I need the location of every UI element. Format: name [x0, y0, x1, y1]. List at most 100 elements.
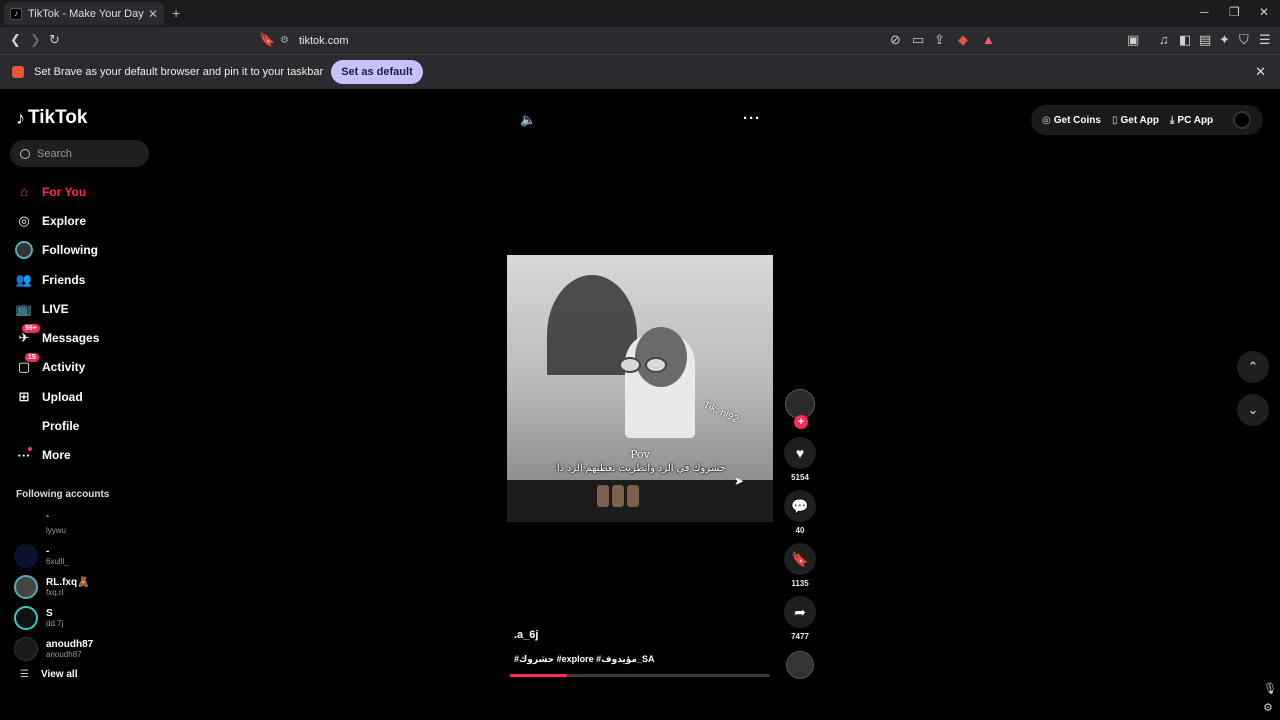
activity-icon: ▢: [17, 359, 31, 375]
following-account[interactable]: -6xulll_: [14, 540, 154, 571]
nav-label: Activity: [42, 360, 86, 375]
video-more-options-icon[interactable]: ···: [743, 110, 761, 127]
close-window-icon[interactable]: ✕: [1259, 5, 1269, 19]
video-caption-line2: حشروك في الرد وانظريت تعطيهم الرد ذا:: [554, 463, 726, 474]
following-account[interactable]: Sdd.7j: [14, 602, 154, 633]
brave-rewards-icon[interactable]: ▲: [982, 32, 995, 47]
account-avatar: [14, 605, 38, 630]
account-avatar: [14, 574, 38, 599]
nav-label: Following: [42, 243, 98, 258]
video-description[interactable]: #حشروك #explore #مؤيدوف_SA: [514, 654, 655, 665]
bookmark-icon[interactable]: 🔖: [259, 32, 275, 48]
set-as-default-button[interactable]: Set as default: [331, 60, 423, 84]
chevron-up-icon: ⌃: [1247, 359, 1259, 374]
microphone-icon[interactable]: 🎙: [1263, 682, 1277, 695]
browser-titlebar: ♪ TikTok - Make Your Day ✕ + ─ ❐ ✕: [0, 0, 1280, 27]
tab-close-icon[interactable]: ✕: [148, 7, 158, 21]
nav-item-more[interactable]: ··· More: [14, 441, 154, 470]
browser-tab[interactable]: ♪ TikTok - Make Your Day ✕: [4, 2, 164, 25]
nav-item-activity[interactable]: ▢ 15 Activity: [14, 352, 154, 382]
home-icon: ⌂: [20, 184, 28, 200]
activity-badge: 15: [25, 352, 39, 362]
maximize-icon[interactable]: ❐: [1229, 5, 1240, 19]
tiktok-logo[interactable]: ♪ TikTok: [16, 107, 87, 129]
follow-plus-icon[interactable]: +: [794, 415, 808, 429]
leo-ai-icon[interactable]: ✦: [1219, 32, 1230, 48]
profile-avatar[interactable]: [1233, 111, 1251, 129]
search-input[interactable]: Search: [10, 140, 149, 167]
nav-item-friends[interactable]: 👥 Friends: [14, 265, 154, 294]
following-accounts-list: ` lyywu -6xulll_ RL.fxq🧸 fxq.rl Sdd.7j ano…: [14, 509, 154, 664]
get-app-label: Get App: [1120, 114, 1159, 126]
forward-icon[interactable]: ❯: [30, 32, 41, 48]
nav-item-profile[interactable]: Profile: [14, 411, 154, 440]
video-caption-line1: Pov: [630, 448, 650, 461]
menu-icon[interactable]: ☰: [1259, 32, 1271, 48]
nav-item-upload[interactable]: ⊞ Upload: [14, 382, 154, 411]
previous-video-button[interactable]: ⌃: [1237, 351, 1269, 383]
following-account[interactable]: RL.fxq🧸 fxq.rl: [14, 571, 154, 602]
media-icon[interactable]: ♫: [1159, 32, 1169, 47]
tiktok-favicon-icon: ♪: [10, 7, 22, 20]
live-tv-icon: 📺: [15, 300, 33, 316]
nav-item-messages[interactable]: ✈ 99+ Messages: [14, 323, 154, 352]
settings-icon[interactable]: ⚙: [1263, 701, 1273, 714]
phone-icon: ▯: [1111, 114, 1118, 126]
site-info-icon[interactable]: ⚙: [280, 35, 289, 46]
account-handle: lyywu: [46, 525, 67, 535]
nav-label: Profile: [42, 419, 80, 434]
list-icon: ☰: [20, 669, 29, 680]
nav-item-for-you[interactable]: ⌂ For You: [14, 177, 154, 206]
nav-item-following[interactable]: Following: [14, 236, 154, 265]
cast-icon[interactable]: ▭: [912, 32, 924, 48]
video-progress-bar[interactable]: [510, 674, 770, 677]
next-video-button[interactable]: ⌄: [1237, 394, 1269, 426]
like-action[interactable]: ♥ 5154: [784, 437, 816, 482]
sidebar-toggle-icon[interactable]: ▣: [1127, 32, 1139, 48]
brave-shields-icon[interactable]: ◆: [958, 32, 968, 48]
logo-text: TikTok: [28, 107, 88, 128]
vpn-icon[interactable]: ⛉: [1239, 32, 1249, 48]
following-account[interactable]: ` lyywu: [14, 509, 154, 540]
share-count: 7477: [791, 632, 809, 641]
wallet-icon[interactable]: ▤: [1199, 32, 1211, 48]
no-cast-icon[interactable]: ⊘: [890, 32, 901, 48]
music-disc-icon[interactable]: [786, 651, 814, 679]
share-arrow-icon[interactable]: ➦: [784, 596, 816, 628]
account-handle: fxq.rl: [46, 587, 64, 597]
more-notification-dot: [28, 446, 32, 451]
new-tab-icon[interactable]: +: [172, 5, 180, 21]
nav-item-explore[interactable]: ◎ Explore: [14, 206, 154, 235]
volume-icon[interactable]: 🔈: [520, 112, 536, 128]
minimize-icon[interactable]: ─: [1200, 5, 1209, 19]
infobar-message: Set Brave as your default browser and pi…: [34, 66, 324, 78]
following-account[interactable]: anoudh87 anoudh87: [14, 633, 154, 664]
view-all-label: View all: [40, 669, 78, 680]
get-coins-button[interactable]: ◎ Get Coins: [1042, 115, 1101, 126]
share-icon[interactable]: ⇪: [934, 32, 945, 48]
share-action[interactable]: ➦ 7477: [784, 596, 816, 641]
view-all-link[interactable]: ☰ View all: [20, 669, 77, 680]
get-app-button[interactable]: ▯ Get App: [1112, 115, 1159, 126]
heart-icon[interactable]: ♥: [784, 437, 816, 469]
pc-app-button[interactable]: ⤓ PC App: [1170, 115, 1213, 126]
sidebar-nav: ⌂ For You ◎ Explore Following 👥 Friends …: [14, 177, 154, 470]
nav-label: More: [42, 448, 71, 463]
comment-action[interactable]: 💬 40: [784, 490, 816, 535]
upload-plus-icon: ⊞: [18, 388, 30, 404]
account-handle: anoudh87: [46, 649, 82, 659]
back-icon[interactable]: ❮: [10, 32, 21, 48]
nav-item-live[interactable]: 📺 LIVE: [14, 294, 154, 323]
video-author[interactable]: .a_6j: [514, 629, 538, 641]
reading-list-icon[interactable]: ◧: [1179, 32, 1191, 48]
infobar-close-icon[interactable]: ✕: [1255, 64, 1266, 80]
comment-icon[interactable]: 💬: [784, 490, 816, 522]
brave-logo-icon: [12, 66, 24, 78]
creator-avatar[interactable]: +: [785, 389, 815, 429]
save-count: 1135: [791, 579, 809, 588]
bookmark-icon[interactable]: 🔖: [784, 543, 816, 575]
reload-icon[interactable]: ↻: [49, 32, 60, 48]
profile-icon: [14, 418, 34, 434]
account-name: -: [46, 545, 50, 557]
save-action[interactable]: 🔖 1135: [784, 543, 816, 588]
